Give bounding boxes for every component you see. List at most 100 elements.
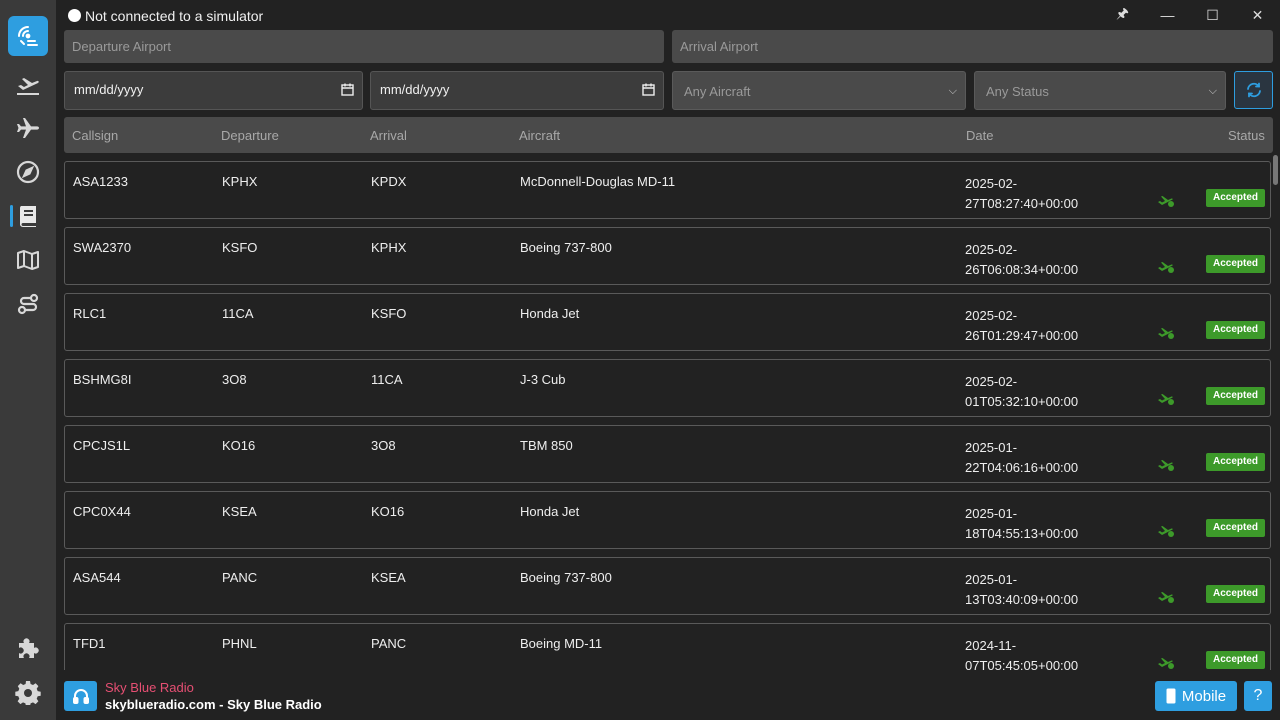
table-row[interactable]: ASA544 PANC KSEA Boeing 737-800 2025-01-… [64,557,1271,615]
date-line-1: 2025-02- [965,242,1018,257]
date-line-1: 2025-02- [965,308,1018,323]
status-select[interactable]: Any Status ⌵ [974,71,1226,110]
nav-route-icon[interactable] [6,284,50,324]
table-row[interactable]: SWA2370 KSFO KPHX Boeing 737-800 2025-02… [64,227,1271,285]
cell-date: 2025-02- 27T08:27:40+00:00 [965,174,1078,214]
status-badge: Accepted [1206,387,1266,405]
cell-callsign: CPC0X44 [73,504,131,519]
radio-station-subtitle: skyblueradio.com - Sky Blue Radio [105,697,322,712]
refresh-icon [1246,82,1261,98]
status-badge: Accepted [1206,255,1266,273]
cell-departure: PHNL [222,636,257,651]
maximize-button[interactable]: ☐ [1190,0,1235,30]
table-row[interactable]: CPCJS1L KO16 3O8 TBM 850 2025-01- 22T04:0… [64,425,1271,483]
header-aircraft[interactable]: Aircraft [519,128,560,143]
date-line-2: 22T04:06:16+00:00 [965,460,1079,475]
header-arrival[interactable]: Arrival [370,128,407,143]
table-row[interactable]: TFD1 PHNL PANC Boeing MD-11 2024-11- 07T0… [64,623,1271,670]
plane-check-icon [1158,196,1174,207]
cell-arrival: 3O8 [371,438,396,453]
arrival-airport-input[interactable]: Arrival Airport [672,30,1273,63]
list-scrollbar[interactable] [1272,153,1278,670]
cell-aircraft: McDonnell-Douglas MD-11 [520,174,676,189]
table-header: Callsign Departure Arrival Aircraft Date… [64,117,1273,153]
footer: Sky Blue Radio skyblueradio.com - Sky Bl… [56,672,1280,720]
sidebar [0,0,56,720]
connection-status-dot [68,9,81,22]
header-departure[interactable]: Departure [221,128,279,143]
date-line-1: 2025-01- [965,440,1018,455]
flight-list: ASA1233 KPHX KPDX McDonnell-Douglas MD-1… [64,161,1273,670]
date-line-2: 07T05:45:05+00:00 [965,658,1079,670]
mobile-phone-icon [1166,688,1176,704]
date-from-input[interactable]: mm/dd/yyyy [64,71,363,110]
header-date[interactable]: Date [966,128,993,143]
table-row[interactable]: RLC1 11CA KSFO Honda Jet 2025-02- 26T01:2… [64,293,1271,351]
date-to-input[interactable]: mm/dd/yyyy [370,71,664,110]
cell-date: 2025-02- 26T06:08:34+00:00 [965,240,1078,280]
cell-callsign: SWA2370 [73,240,132,255]
app-logo-icon[interactable] [8,16,48,56]
plane-check-icon [1158,328,1174,339]
date-line-2: 26T01:29:47+00:00 [965,328,1079,343]
cell-departure: 11CA [222,306,254,321]
cell-aircraft: TBM 850 [520,438,573,453]
departure-airport-input[interactable]: Departure Airport [64,30,664,63]
scrollbar-thumb[interactable] [1273,155,1278,185]
header-callsign[interactable]: Callsign [72,128,118,143]
date-line-1: 2025-02- [965,374,1018,389]
plane-check-icon [1158,394,1174,405]
cell-departure: KSFO [222,240,258,255]
cell-aircraft: Honda Jet [520,306,580,321]
mobile-button[interactable]: Mobile [1155,681,1237,711]
plugins-icon[interactable] [6,628,50,668]
nav-compass-icon[interactable] [6,152,50,192]
date-line-1: 2025-01- [965,506,1018,521]
pin-icon[interactable]: 🖈 [1100,0,1145,30]
date-line-2: 18T04:55:13+00:00 [965,526,1079,541]
cell-departure: KSEA [222,504,257,519]
radio-button[interactable] [64,681,97,711]
header-status[interactable]: Status [1228,128,1265,143]
cell-aircraft: Boeing 737-800 [520,570,612,585]
aircraft-select[interactable]: Any Aircraft ⌵ [672,71,966,110]
plane-check-icon [1158,658,1174,669]
mobile-button-label: Mobile [1181,687,1227,705]
nav-departures-icon[interactable] [6,64,50,104]
cell-callsign: ASA1233 [73,174,128,189]
date-from-value: mm/dd/yyyy [74,82,144,97]
settings-gear-icon[interactable] [6,672,50,712]
nav-logbook-icon[interactable] [6,196,50,236]
date-to-value: mm/dd/yyyy [380,82,450,97]
cell-date: 2025-02- 01T05:32:10+00:00 [965,372,1079,412]
cell-arrival: KSEA [371,570,406,585]
calendar-icon[interactable] [341,83,354,96]
table-row[interactable]: ASA1233 KPHX KPDX McDonnell-Douglas MD-1… [64,161,1271,219]
date-line-1: 2025-01- [965,572,1018,587]
minimize-button[interactable]: — [1145,0,1190,30]
status-badge: Accepted [1206,321,1266,339]
date-line-2: 01T05:32:10+00:00 [965,394,1079,409]
table-row[interactable]: BSHMG8I 3O8 11CA J-3 Cub 2025-02- 01T05:3… [64,359,1271,417]
date-line-1: 2025-02- [965,176,1018,191]
cell-callsign: CPCJS1L [73,438,131,453]
cell-aircraft: Boeing 737-800 [520,240,612,255]
title-bar: Not connected to a simulator 🖈 — ☐ ✕ [56,0,1280,30]
refresh-button[interactable] [1234,71,1273,109]
help-button[interactable]: ? [1244,681,1272,711]
plane-check-icon [1158,460,1174,471]
cell-callsign: ASA544 [73,570,121,585]
aircraft-select-value: Any Aircraft [684,84,751,99]
chevron-down-icon: ⌵ [948,85,957,97]
calendar-icon[interactable] [642,83,655,96]
table-row[interactable]: CPC0X44 KSEA KO16 Honda Jet 2025-01- 18T0… [64,491,1271,549]
cell-arrival: KSFO [371,306,407,321]
cell-departure: 3O8 [222,372,247,387]
cell-arrival: KPHX [371,240,407,255]
cell-aircraft: J-3 Cub [520,372,566,387]
connection-status-text: Not connected to a simulator [85,8,264,24]
close-button[interactable]: ✕ [1235,0,1280,30]
headphones-icon [72,689,89,704]
nav-flight-icon[interactable] [6,108,50,148]
nav-map-icon[interactable] [6,240,50,280]
